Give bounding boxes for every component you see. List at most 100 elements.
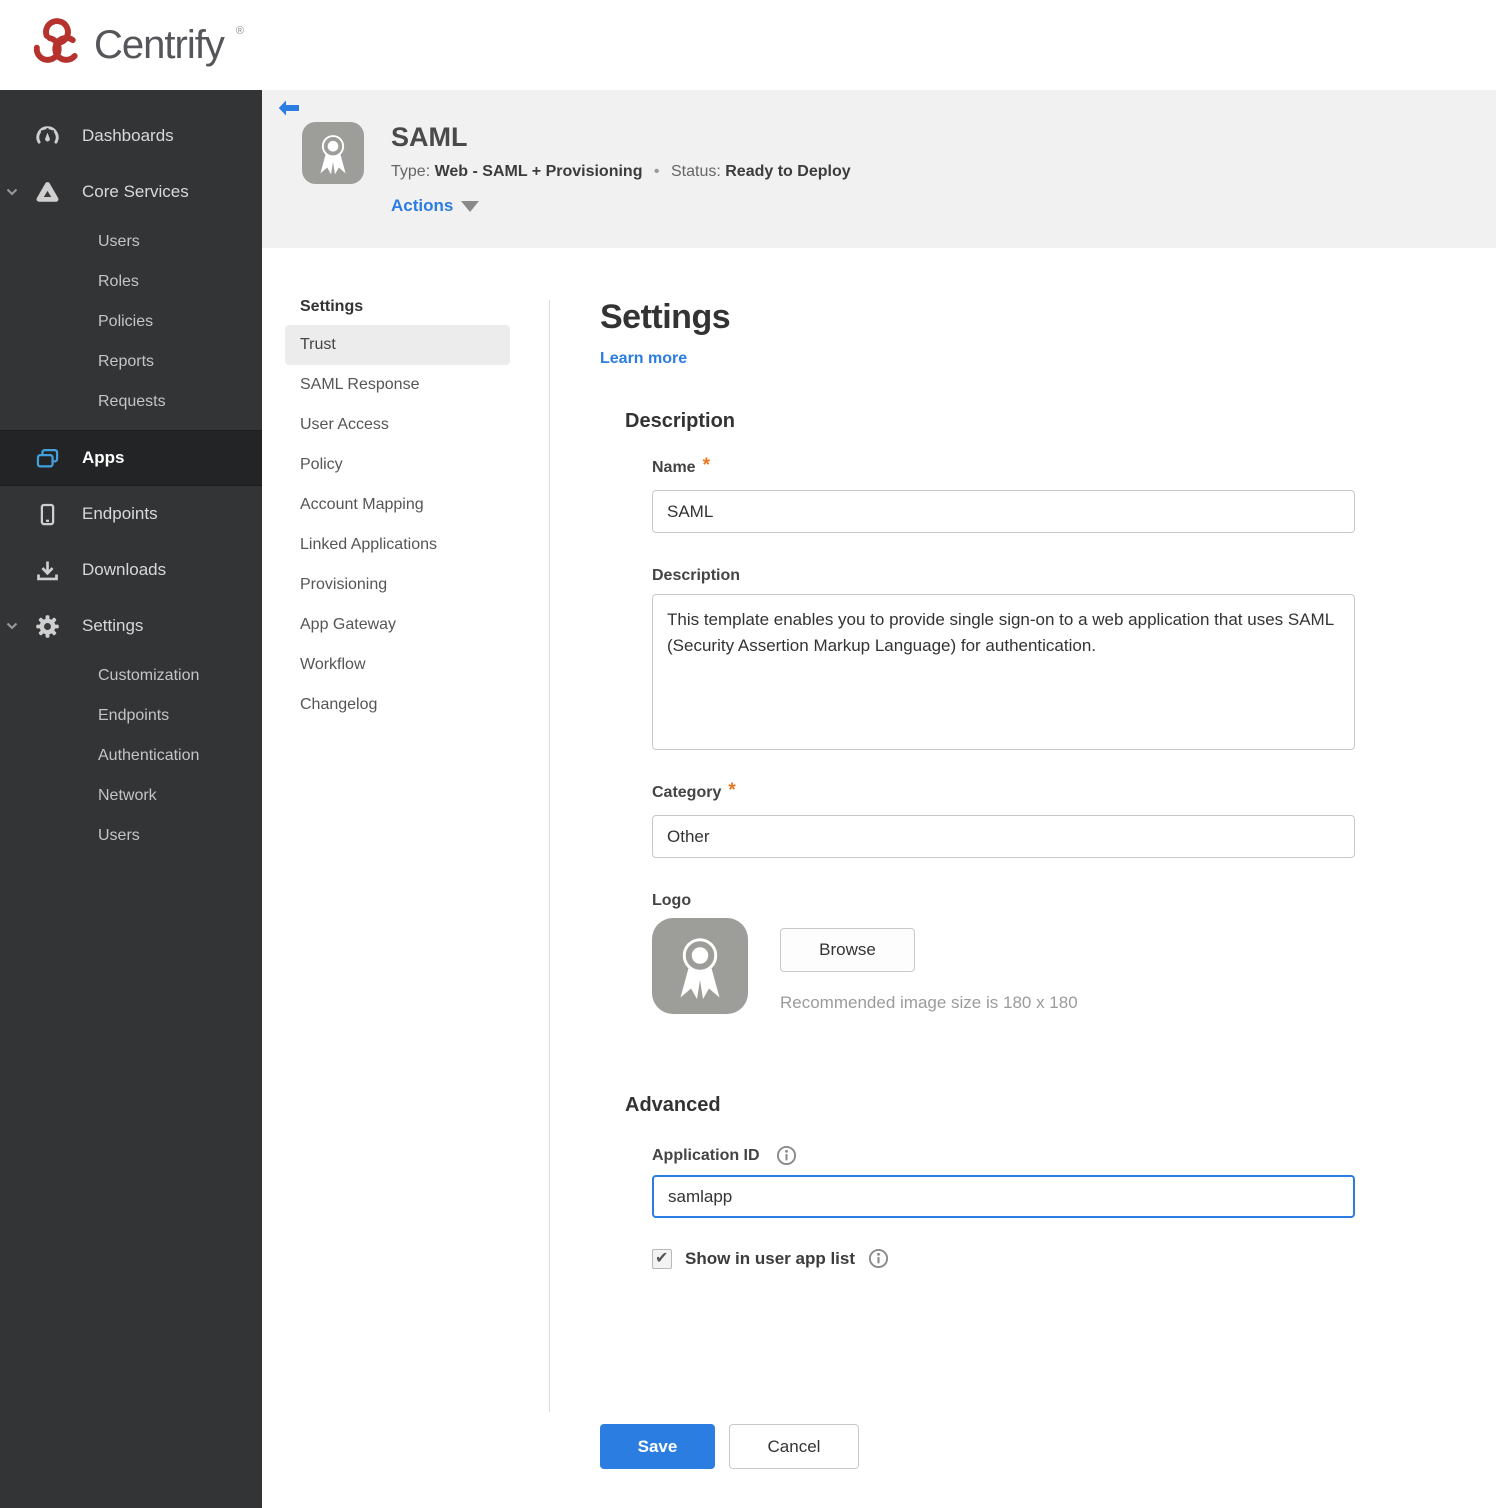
download-icon (33, 556, 61, 584)
top-bar: Centrify ® (0, 0, 1496, 90)
sidebar-item-label: Dashboards (82, 126, 174, 145)
brand-name: Centrify (94, 22, 225, 67)
category-input[interactable] (652, 815, 1355, 858)
sidebar-item-label: Authentication (98, 747, 200, 764)
type-value: Web - SAML + Provisioning (434, 163, 643, 180)
centrify-logo: Centrify ® (30, 16, 244, 75)
sidebar-item-network[interactable]: Network (0, 776, 262, 816)
sidebar-item-settings-users[interactable]: Users (0, 816, 262, 856)
subnav-item-user-access[interactable]: User Access (285, 405, 510, 445)
sidebar-item-settings[interactable]: Settings (0, 598, 262, 654)
core-services-icon (33, 178, 61, 206)
app-logo-preview (652, 918, 748, 1014)
logo-label-text: Logo (652, 892, 692, 909)
sidebar-item-requests[interactable]: Requests (0, 382, 262, 422)
app-logo-icon (300, 120, 366, 186)
sidebar-item-label: Network (98, 787, 157, 804)
recommended-size-text: Recommended image size is 180 x 180 (780, 993, 1078, 1012)
sidebar-item-dashboards[interactable]: Dashboards (0, 108, 262, 164)
name-label-row: Name * (652, 455, 710, 481)
sidebar-item-label: Users (98, 233, 140, 250)
name-label: Name (652, 459, 696, 476)
browse-button[interactable]: Browse (780, 928, 915, 972)
sidebar-item-label: Downloads (82, 560, 167, 579)
sidebar-item-authentication[interactable]: Authentication (0, 736, 262, 776)
sidebar: Dashboards Core Services Users Roles Pol… (0, 90, 262, 1508)
sidebar-item-core-services[interactable]: Core Services (0, 164, 262, 220)
subnav-item-workflow[interactable]: Workflow (285, 645, 510, 685)
show-in-app-list-label: Show in user app list (685, 1248, 856, 1268)
application-id-label: Application ID (652, 1146, 760, 1164)
app-title: SAML (391, 122, 468, 152)
meta-separator: • (653, 163, 660, 180)
sidebar-item-users[interactable]: Users (0, 222, 262, 262)
sidebar-item-label: Apps (82, 448, 125, 467)
subnav-item-trust[interactable]: Trust (285, 325, 510, 365)
caret-down-icon (461, 200, 480, 212)
description-section-heading: Description (625, 410, 736, 432)
advanced-section-heading: Advanced (625, 1094, 721, 1116)
sidebar-item-label: Customization (98, 667, 200, 684)
category-label-row: Category * (652, 780, 736, 806)
subnav-item-policy[interactable]: Policy (285, 445, 510, 485)
centrify-swirl-icon (30, 16, 84, 75)
sidebar-item-label: Core Services (82, 182, 189, 201)
subnav-item-app-gateway[interactable]: App Gateway (285, 605, 510, 645)
sidebar-item-label: Policies (98, 313, 154, 330)
chevron-down-icon[interactable] (6, 183, 18, 201)
app-settings-subnav: Settings Trust SAML Response User Access… (262, 248, 549, 1469)
description-label-text: Description (652, 567, 741, 584)
save-button[interactable]: Save (600, 1424, 715, 1469)
sidebar-item-settings-endpoints[interactable]: Endpoints (0, 696, 262, 736)
sidebar-item-downloads[interactable]: Downloads (0, 542, 262, 598)
sidebar-item-roles[interactable]: Roles (0, 262, 262, 302)
trademark-symbol: ® (235, 25, 244, 37)
sidebar-item-apps[interactable]: Apps (0, 430, 262, 486)
sidebar-item-reports[interactable]: Reports (0, 342, 262, 382)
show-in-app-list-checkbox[interactable] (652, 1248, 672, 1269)
logo-label: Logo (652, 892, 691, 910)
chevron-down-icon[interactable] (6, 617, 18, 635)
subnav-item-provisioning[interactable]: Provisioning (285, 565, 510, 605)
sidebar-item-customization[interactable]: Customization (0, 656, 262, 696)
subnav-item-linked-applications[interactable]: Linked Applications (285, 525, 510, 565)
settings-form: Settings Learn more Description Name * D… (549, 248, 1496, 1469)
subnav-item-saml-response[interactable]: SAML Response (285, 365, 510, 405)
device-icon (33, 500, 61, 528)
sidebar-item-label: Reports (98, 353, 155, 370)
sidebar-item-label: Settings (82, 616, 144, 635)
sidebar-item-label: Endpoints (98, 707, 170, 724)
actions-label: Actions (391, 196, 454, 215)
page-title: Settings (600, 298, 731, 336)
required-asterisk: * (702, 455, 710, 476)
category-label: Category (652, 784, 722, 801)
info-icon[interactable] (868, 1248, 889, 1269)
type-label: Type: (391, 163, 431, 180)
cancel-button[interactable]: Cancel (729, 1424, 859, 1469)
actions-dropdown[interactable]: Actions (391, 196, 480, 216)
status-label: Status: (670, 163, 721, 180)
subnav-item-account-mapping[interactable]: Account Mapping (285, 485, 510, 525)
sidebar-item-policies[interactable]: Policies (0, 302, 262, 342)
sidebar-item-endpoints[interactable]: Endpoints (0, 486, 262, 542)
sidebar-item-label: Roles (98, 273, 139, 290)
vertical-divider (549, 300, 550, 1412)
status-badge: Ready to Deploy (725, 163, 851, 180)
subnav-item-changelog[interactable]: Changelog (285, 685, 510, 725)
gauge-icon (33, 122, 61, 150)
description-label: Description (652, 567, 740, 585)
gear-icon (33, 612, 61, 640)
sidebar-item-label: Requests (98, 393, 166, 410)
description-textarea[interactable]: This template enables you to provide sin… (652, 594, 1355, 750)
required-asterisk: * (728, 780, 736, 801)
learn-more-link[interactable]: Learn more (600, 350, 687, 368)
sidebar-item-label: Endpoints (82, 504, 158, 523)
subnav-heading: Settings (300, 298, 364, 315)
name-input[interactable] (652, 490, 1355, 533)
apps-icon (33, 444, 61, 472)
app-meta: Type: Web - SAML + Provisioning • Status… (391, 163, 851, 181)
info-icon[interactable] (776, 1145, 797, 1166)
content-area: SAML Type: Web - SAML + Provisioning • S… (262, 90, 1496, 1508)
back-arrow-icon[interactable] (278, 100, 300, 117)
application-id-input[interactable] (652, 1175, 1355, 1218)
